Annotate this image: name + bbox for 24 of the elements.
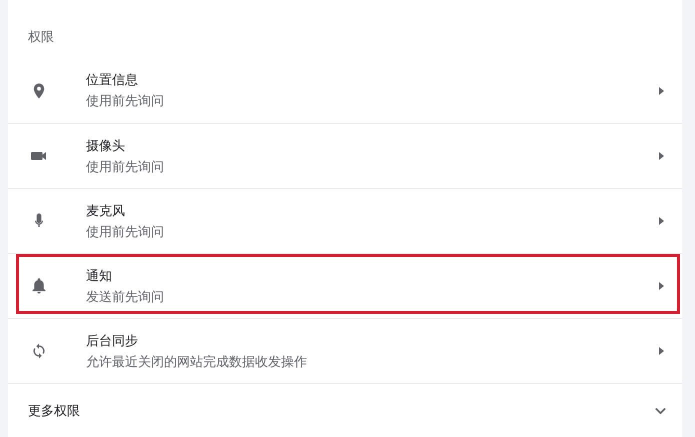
permission-row[interactable]: 摄像头 使用前先询问 [8, 123, 682, 188]
permission-title: 后台同步 [86, 332, 139, 350]
permission-status: 使用前先询问 [86, 93, 165, 110]
permission-status: 使用前先询问 [86, 224, 165, 240]
permission-status: 允许最近关闭的网站完成数据收发操作 [86, 354, 308, 370]
permission-status: 使用前先询问 [86, 158, 165, 176]
arrow-right-icon [659, 282, 664, 290]
permission-row[interactable]: 通知 发送前先询问 [8, 253, 682, 318]
arrow-right-icon [659, 217, 664, 225]
permission-title: 麦克风 [86, 202, 126, 220]
arrow-right-icon [659, 347, 664, 355]
arrow-right-icon [659, 152, 664, 160]
permission-title: 通知 [86, 268, 113, 284]
permission-row[interactable]: 后台同步 允许最近关闭的网站完成数据收发操作 [8, 318, 682, 383]
permission-title: 位置信息 [86, 72, 139, 89]
more-permissions-label: 更多权限 [28, 402, 81, 420]
permission-row[interactable]: 位置信息 使用前先询问 [8, 58, 682, 123]
permission-status: 发送前先询问 [86, 288, 165, 306]
section-heading: 权限 [27, 29, 55, 47]
arrow-right-icon [659, 86, 664, 94]
bell-icon [30, 277, 48, 295]
permission-row[interactable]: 麦克风 使用前先询问 [8, 188, 682, 253]
permission-title: 摄像头 [86, 138, 126, 154]
more-permissions-row[interactable]: 更多权限 [8, 383, 682, 437]
